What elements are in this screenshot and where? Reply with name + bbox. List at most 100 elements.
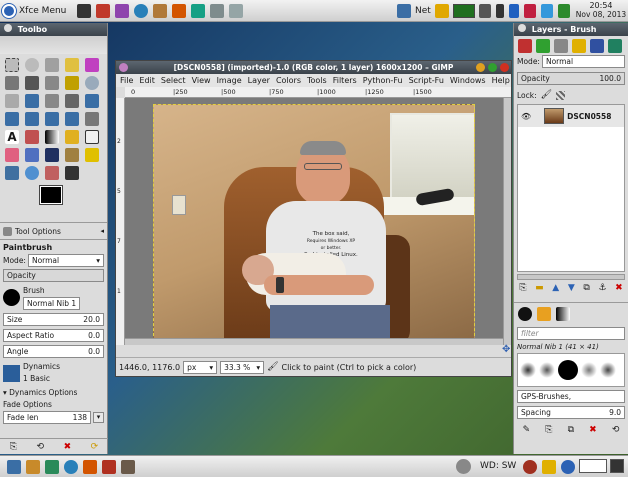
color-swatches[interactable] [39,184,107,218]
reset-options-icon[interactable]: ⟳ [91,442,99,452]
task-gimp-icon[interactable] [121,460,135,474]
mode-select[interactable]: Normal ▾ [27,254,104,267]
smudge-icon[interactable] [45,166,59,180]
menu-layer[interactable]: Layer [248,74,270,87]
canvas-area[interactable]: The box said, Requires Windows XP or bet… [125,98,503,345]
flip-icon[interactable] [65,112,79,126]
photo-image[interactable]: The box said, Requires Windows XP or bet… [153,104,475,345]
shear-icon[interactable] [25,112,39,126]
volume-icon[interactable] [478,4,491,18]
crop-icon[interactable] [65,94,79,108]
patterns-tab-icon[interactable] [590,39,604,53]
perspective-clone-icon[interactable] [5,166,19,180]
refresh-brushes-icon[interactable]: ⟲ [612,425,620,435]
battery-icon[interactable] [495,4,504,18]
save-options-icon[interactable]: ⎘ [10,442,17,452]
new-group-icon[interactable]: ▬ [535,283,544,295]
restore-options-icon[interactable]: ⟲ [37,442,45,452]
rect-select-icon[interactable] [5,58,19,72]
channels-tab-icon[interactable] [536,39,550,53]
color-select-icon[interactable] [85,58,99,72]
foreground-color[interactable] [39,185,63,205]
image-window-titlebar[interactable]: [DSCN0558] (imported)-1.0 (RGB color, 1 … [116,61,511,74]
monitor-icon[interactable] [397,4,411,18]
signal-icon[interactable] [557,4,570,18]
brush-grid[interactable] [517,353,625,387]
xfce-menu-button[interactable]: Xfce Menu [2,3,66,19]
spacing-slider[interactable]: Spacing 9.0 [517,406,625,419]
cpu-graph-icon[interactable] [452,4,475,18]
gimp-launcher-icon[interactable] [153,4,167,18]
foreground-select-icon[interactable] [25,76,39,90]
aspect-slider[interactable]: Aspect Ratio 0.0 [3,329,104,342]
terminal-icon[interactable] [77,4,91,18]
menu-help[interactable]: Help [492,74,510,87]
gradients-tab-icon[interactable] [608,39,622,53]
lower-layer-icon[interactable]: ▼ [568,283,575,295]
scissors-icon[interactable] [5,76,19,90]
new-brush-icon[interactable]: ⎘ [545,425,552,435]
angle-slider[interactable]: Angle 0.0 [3,345,104,358]
paths-tab-icon[interactable] [554,39,568,53]
vscrollbar[interactable] [503,98,511,345]
navigate-icon[interactable]: ✥ [502,345,512,355]
delete-layer-icon[interactable]: ✖ [615,283,623,295]
brush-thumb-selected[interactable] [558,360,578,380]
visibility-eye-icon[interactable]: 👁 [521,112,531,121]
mail-icon[interactable] [523,4,536,18]
java-icon[interactable] [96,4,110,18]
dodge-icon[interactable] [65,166,79,180]
dock-menu-icon[interactable] [518,24,526,32]
tray-app-1-icon[interactable] [523,460,537,474]
workspace-2[interactable] [610,459,624,473]
bluetooth-icon[interactable] [508,4,519,18]
bucket-fill-icon[interactable] [25,130,39,144]
layers-titlebar[interactable]: Layers - Brush [514,23,628,36]
tools-icon[interactable] [172,4,186,18]
hscrollbar[interactable] [125,338,503,345]
fade-length-slider[interactable]: Fade len 138 [3,411,91,424]
tool-options-tab[interactable]: Tool Options ◂ [0,223,107,239]
layer-mode-select[interactable]: Normal [541,55,625,68]
weather-icon[interactable] [456,459,471,474]
layer-row[interactable]: 👁 DSCN0558 [518,105,624,127]
workspace-switcher[interactable] [579,459,607,473]
toolbox-titlebar[interactable]: Toolbo [0,23,107,36]
lock-alpha-icon[interactable] [556,90,566,100]
fuzzy-select-icon[interactable] [65,58,79,72]
task-browser-icon[interactable] [64,460,78,474]
anchor-layer-icon[interactable]: ⚓ [598,283,606,295]
color-picker-icon[interactable] [65,76,79,90]
layer-opacity-slider[interactable]: Opacity 100.0 [517,72,625,85]
delete-options-icon[interactable]: ✖ [64,442,72,452]
brush-thumb[interactable] [600,362,616,378]
menu-file[interactable]: File [120,74,133,87]
opacity-slider[interactable]: Opacity [3,269,104,282]
blur-icon[interactable] [25,166,39,180]
blend-icon[interactable] [45,130,59,144]
task-filemanager-icon[interactable] [26,460,40,474]
messenger-icon[interactable] [540,4,553,18]
network-icon[interactable] [434,4,449,18]
delete-brush-icon[interactable]: ✖ [589,425,597,435]
clock[interactable]: 20:54 Nov 08, 2013 [574,1,628,19]
clone-icon[interactable] [65,148,79,162]
filemanager-icon[interactable] [115,4,129,18]
task-archive-icon[interactable] [83,460,97,474]
toolbox-menu-icon[interactable] [4,24,12,32]
tray-app-2-icon[interactable] [542,460,556,474]
free-select-icon[interactable] [45,58,59,72]
cage-icon[interactable] [85,112,99,126]
menu-edit[interactable]: Edit [139,74,155,87]
airbrush-icon[interactable] [25,148,39,162]
brush-chooser[interactable]: Brush Normal Nib 1 [3,285,104,310]
lock-pixels-icon[interactable]: 🖌 [541,90,552,100]
grid-icon[interactable] [229,4,243,18]
unit-select[interactable]: px ▾ [183,360,218,374]
patterns-tab-icon[interactable] [537,307,551,321]
menu-script-fu[interactable]: Script-Fu [409,74,444,87]
paintbrush-icon[interactable] [85,130,99,144]
edit-brush-icon[interactable]: ✎ [523,425,531,435]
window-menu-icon[interactable] [119,63,128,72]
menu-windows[interactable]: Windows [450,74,486,87]
